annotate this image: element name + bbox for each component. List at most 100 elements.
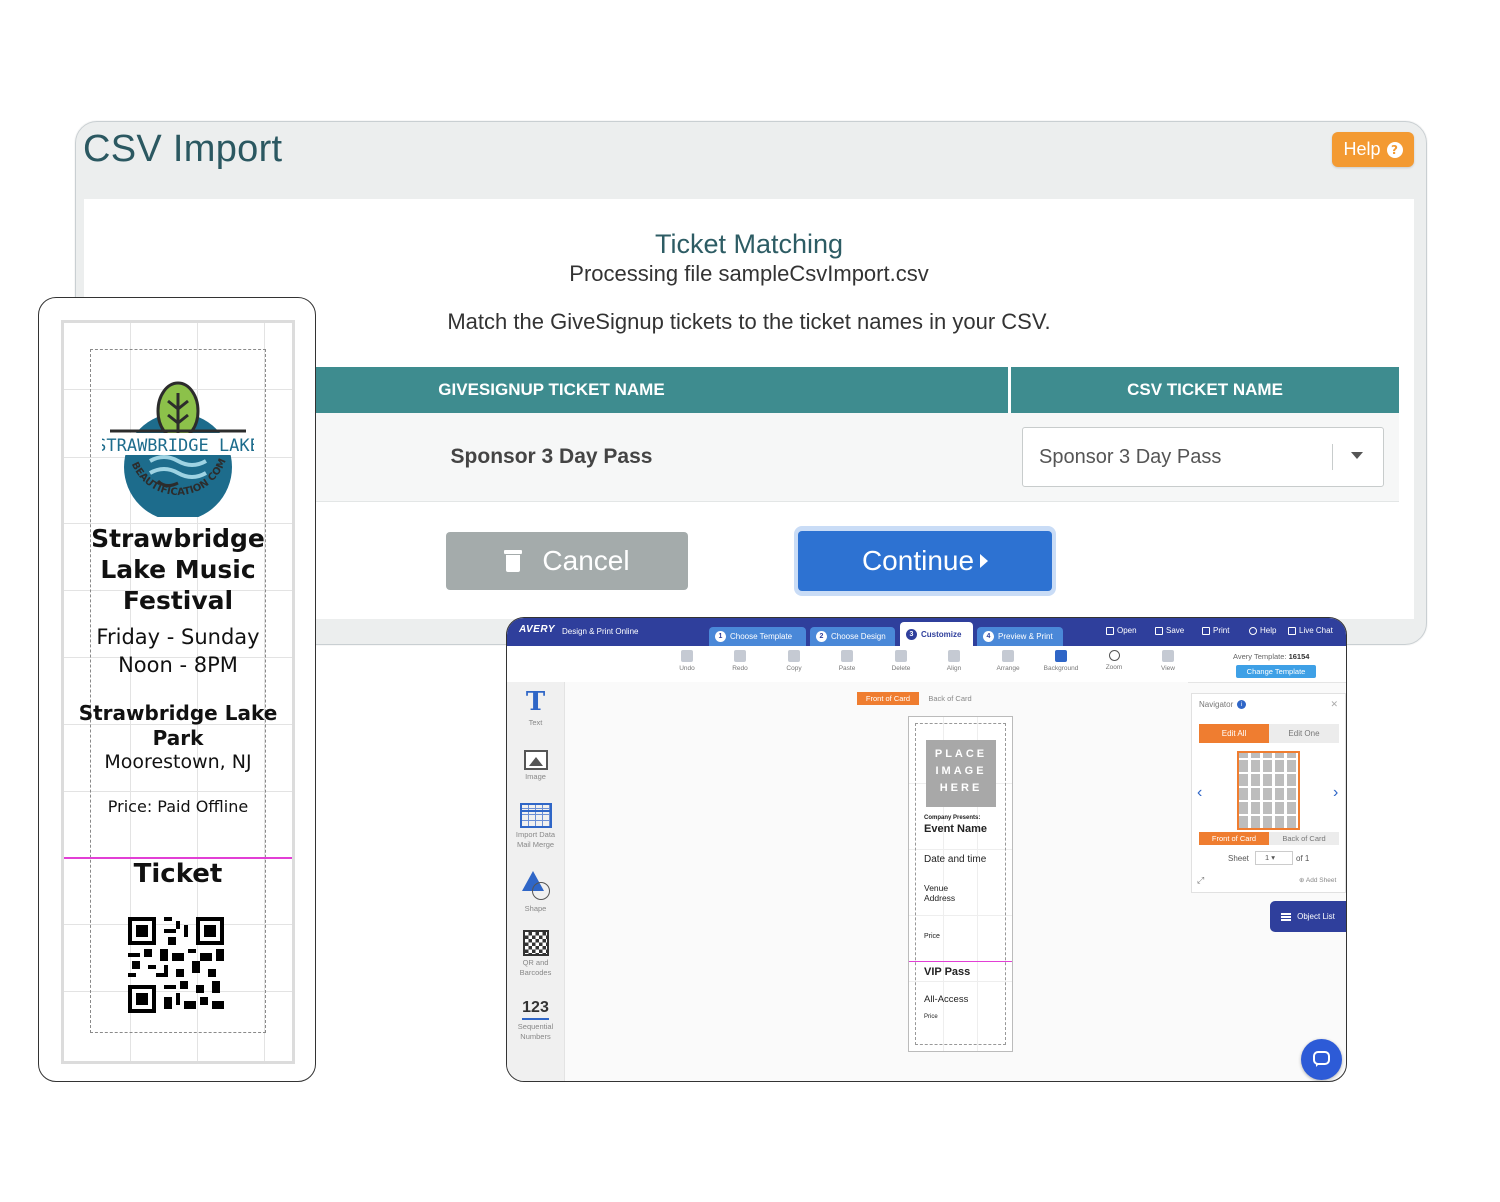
layers-icon: [1281, 912, 1292, 921]
event-name-text[interactable]: Event Name: [924, 823, 987, 835]
app-name: Design & Print Online: [562, 627, 639, 636]
price-text-2[interactable]: Price: [924, 1014, 938, 1020]
zoom-button[interactable]: Zoom: [1094, 650, 1134, 671]
chevron-down-icon[interactable]: [1351, 452, 1363, 459]
grid-icon: [1162, 650, 1174, 662]
navigator-title: Navigator i: [1199, 700, 1247, 709]
table-icon: [519, 803, 552, 828]
sidebar-item-shape[interactable]: Shape: [507, 870, 564, 914]
tools-sidebar: T Text Image Import Data Mail Merge Shape…: [507, 682, 565, 1081]
paste-icon: [841, 650, 853, 662]
undo-icon: [681, 650, 693, 662]
continue-button[interactable]: Continue: [798, 531, 1052, 591]
csv-ticket-select[interactable]: Sponsor 3 Day Pass: [1022, 427, 1384, 487]
delete-icon: [895, 650, 907, 662]
venue-text[interactable]: Venue: [924, 883, 948, 893]
avery-logo[interactable]: AVERY: [519, 624, 555, 635]
step-tab-customize[interactable]: 3 Customize: [900, 622, 973, 646]
sequential-numbers-icon: 123: [522, 998, 549, 1020]
date-time-text[interactable]: Date and time: [924, 854, 986, 865]
close-icon[interactable]: ✕: [1330, 699, 1338, 710]
ticket-preview: STRAWBRIDGE LAKE BEAUTIFICATION COMMITTE…: [38, 297, 316, 1082]
edit-all-tab[interactable]: Edit All: [1199, 724, 1269, 743]
front-of-card-tab[interactable]: Front of Card: [857, 692, 919, 705]
question-icon: ?: [1386, 141, 1403, 158]
help-label: Help: [1343, 139, 1381, 159]
all-access-text[interactable]: All-Access: [924, 994, 968, 1005]
design-canvas[interactable]: Front of Card Back of Card PLACE IMAGE H…: [565, 682, 1188, 1081]
event-title: Strawbridge Lake Music Festival: [91, 524, 265, 615]
column-header-csv: CSV TICKET NAME: [1127, 380, 1283, 399]
help-button[interactable]: Help ?: [1332, 132, 1414, 167]
view-button[interactable]: View: [1148, 650, 1188, 672]
print-link[interactable]: Print: [1202, 626, 1229, 635]
sheet-count: of 1: [1296, 854, 1310, 863]
image-placeholder[interactable]: PLACE IMAGE HERE: [926, 740, 996, 807]
sheet-thumbnail[interactable]: [1237, 751, 1300, 830]
open-link[interactable]: Open: [1106, 626, 1137, 635]
arrange-button[interactable]: Arrange: [988, 650, 1028, 672]
chat-icon: [1288, 626, 1296, 635]
strawbridge-lake-logo: STRAWBRIDGE LAKE BEAUTIFICATION COMMITTE…: [102, 371, 254, 517]
card-preview[interactable]: PLACE IMAGE HERE Company Presents: Event…: [908, 716, 1013, 1052]
event-time: Noon - 8PM: [118, 653, 238, 677]
live-chat-link[interactable]: Live Chat: [1288, 626, 1333, 635]
avery-top-bar: AVERY Design & Print Online 1 Choose Temp…: [507, 618, 1346, 646]
navigator-panel: Navigator i ✕ Edit All Edit One ‹ › Front…: [1191, 693, 1346, 893]
copy-button[interactable]: Copy: [774, 650, 814, 672]
sidebar-item-image[interactable]: Image: [507, 750, 564, 782]
paste-button[interactable]: Paste: [827, 650, 867, 672]
processing-file-text: Processing file sampleCsvImport.csv: [569, 261, 929, 286]
help-link[interactable]: Help: [1249, 626, 1276, 635]
redo-button[interactable]: Redo: [720, 650, 760, 672]
info-icon: i: [1237, 700, 1247, 709]
copy-icon: [788, 650, 800, 662]
nav-front-tab[interactable]: Front of Card: [1199, 832, 1269, 845]
cancel-button[interactable]: Cancel: [446, 532, 688, 590]
sheet-select[interactable]: 1 ▾: [1255, 851, 1293, 865]
folder-icon: [1106, 626, 1114, 635]
sidebar-item-qr[interactable]: QR and Barcodes: [507, 930, 564, 978]
address-text[interactable]: Address: [924, 893, 955, 903]
back-of-card-tab[interactable]: Back of Card: [919, 692, 981, 705]
sidebar-item-import-data[interactable]: Import Data Mail Merge: [507, 803, 564, 850]
save-icon: [1155, 626, 1163, 635]
chat-button[interactable]: [1301, 1039, 1342, 1080]
trash-icon: [504, 550, 523, 572]
zoom-icon: [1108, 650, 1120, 661]
save-link[interactable]: Save: [1155, 626, 1184, 635]
step-tab-preview-print[interactable]: 4 Preview & Print: [977, 627, 1063, 646]
csv-ticket-select-value: Sponsor 3 Day Pass: [1039, 446, 1222, 468]
sidebar-item-sequential[interactable]: 123 Sequential Numbers: [507, 998, 564, 1042]
price-text[interactable]: Price: [924, 933, 940, 940]
caret-right-icon: [980, 554, 989, 568]
logo-text: STRAWBRIDGE LAKE: [102, 436, 254, 456]
editor-toolbar: Undo Redo Copy Paste Delete Align Arrang…: [507, 646, 1346, 683]
step-tab-choose-template[interactable]: 1 Choose Template: [709, 627, 806, 646]
background-button[interactable]: Background: [1041, 650, 1081, 672]
object-list-button[interactable]: Object List: [1270, 901, 1346, 932]
vip-pass-text[interactable]: VIP Pass: [924, 966, 970, 978]
chevron-left-icon[interactable]: ‹: [1197, 784, 1202, 802]
delete-button[interactable]: Delete: [881, 650, 921, 672]
sidebar-item-text[interactable]: T Text: [507, 688, 564, 728]
edit-one-tab[interactable]: Edit One: [1269, 724, 1339, 743]
cancel-label: Cancel: [542, 545, 630, 576]
sheet-label: Sheet: [1228, 854, 1249, 863]
add-sheet-button[interactable]: ⊕ Add Sheet: [1299, 876, 1336, 884]
help-icon: [1249, 626, 1257, 635]
printer-icon: [1202, 626, 1210, 635]
expand-icon[interactable]: ⤢: [1197, 875, 1204, 886]
ticket-label: Ticket: [133, 859, 223, 889]
chevron-right-icon[interactable]: ›: [1333, 784, 1338, 802]
undo-button[interactable]: Undo: [667, 650, 707, 672]
event-city: Moorestown, NJ: [104, 751, 252, 773]
qr-code: [128, 917, 224, 1013]
align-button[interactable]: Align: [934, 650, 974, 672]
step-tab-choose-design[interactable]: 2 Choose Design: [810, 627, 895, 646]
page-title: CSV Import: [83, 128, 283, 170]
change-template-button[interactable]: Change Template: [1236, 665, 1316, 678]
nav-back-tab[interactable]: Back of Card: [1269, 832, 1339, 845]
company-presents-text[interactable]: Company Presents:: [924, 815, 980, 821]
event-days: Friday - Sunday: [96, 625, 260, 649]
